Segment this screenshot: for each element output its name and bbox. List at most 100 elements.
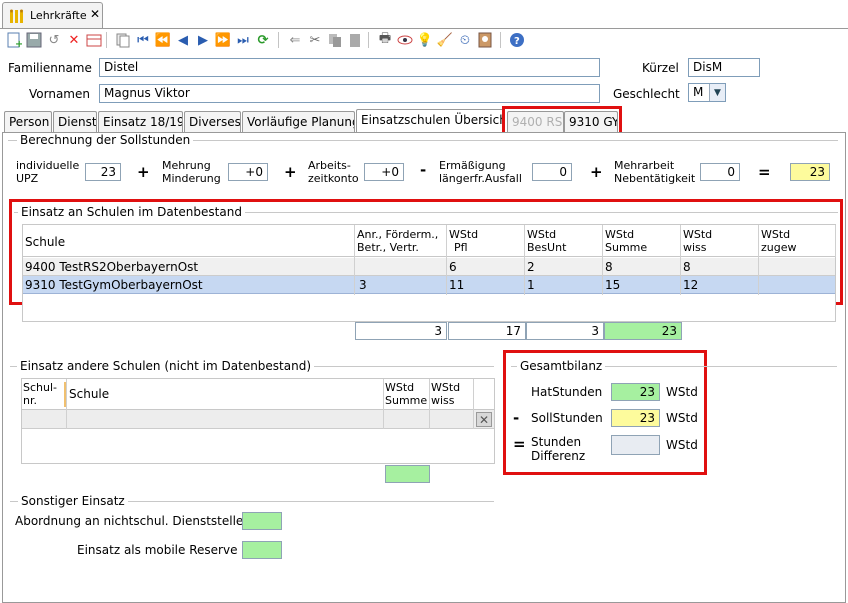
- kuerzel-label: Kürzel: [642, 61, 679, 75]
- vornamen-field[interactable]: Magnus Viktor: [99, 84, 600, 103]
- col-besunt: WStd BesUnt: [527, 228, 567, 254]
- total-besunt: 3: [526, 322, 604, 340]
- sollstunden-result: 23: [790, 163, 830, 181]
- undo-icon[interactable]: ↺: [45, 31, 63, 49]
- differenz-unit: WStd: [666, 438, 698, 452]
- col-pfl: WStd Pfl: [449, 228, 479, 254]
- total-summe: 23: [604, 322, 682, 340]
- plus-op: +: [590, 163, 603, 181]
- tab-einsatzschulen-uebersicht[interactable]: Einsatzschulen Übersicht: [356, 109, 504, 133]
- ermaessigung-label: Ermäßigung längerfr.Ausfall: [439, 159, 522, 185]
- col-anr: Anr., Förderm., Betr., Vertr.: [357, 228, 439, 254]
- tab-diverses[interactable]: Diverses: [184, 111, 241, 132]
- col-schulnr: Schul-nr.: [23, 381, 57, 407]
- fast-forward-icon[interactable]: ⏩: [214, 31, 232, 49]
- upz-label: individuelle UPZ: [16, 159, 80, 185]
- hatstunden-unit: WStd: [666, 385, 698, 399]
- copy-icon[interactable]: [114, 31, 132, 49]
- tab-einsatz[interactable]: Einsatz 18/19: [98, 111, 183, 132]
- clock-icon[interactable]: ⏲: [456, 31, 474, 49]
- plus-op: +: [284, 163, 297, 181]
- prev-record-icon[interactable]: ◀: [174, 31, 192, 49]
- kuerzel-field[interactable]: DisM: [688, 58, 760, 77]
- einsatz-title: Einsatz an Schulen im Datenbestand: [18, 205, 245, 219]
- geschlecht-label: Geschlecht: [613, 87, 680, 101]
- svg-text:+: +: [15, 39, 22, 48]
- sollstunden-label: SollStunden: [531, 411, 603, 425]
- differenz-field: [611, 435, 660, 455]
- col-wiss: WStd wiss: [683, 228, 713, 254]
- print-icon[interactable]: 🖶: [376, 31, 394, 49]
- row-wiss: 12: [683, 278, 699, 292]
- col-schule: Schule: [25, 235, 66, 249]
- soll-title: Berechnung der Sollstunden: [17, 133, 194, 147]
- row-wiss: 8: [683, 260, 691, 274]
- copy2-icon[interactable]: [326, 31, 344, 49]
- equals-op: =: [758, 163, 771, 181]
- col-wiss: WStd wiss: [431, 381, 461, 407]
- andere-table[interactable]: Schul-nr. Schule WStd Summe WStd wiss ✕: [21, 378, 495, 464]
- row-schule: 9400 TestRS2OberbayernOst: [25, 260, 199, 274]
- row-pfl: 6: [449, 260, 457, 274]
- table-row[interactable]: [22, 410, 494, 429]
- total-anr: 3: [355, 322, 447, 340]
- row-anr: 3: [359, 278, 367, 292]
- row-summe: 15: [605, 278, 621, 292]
- refresh-icon[interactable]: ⟳: [254, 31, 272, 49]
- vornamen-label: Vornamen: [29, 87, 90, 101]
- einsatz-table[interactable]: Schule Anr., Förderm., Betr., Vertr. WStd…: [22, 224, 836, 322]
- hint-icon[interactable]: 💡: [416, 31, 434, 49]
- report-icon[interactable]: [476, 31, 494, 49]
- tab-person[interactable]: Person: [4, 111, 52, 132]
- bilanz-title: Gesamtbilanz: [517, 359, 606, 373]
- table-row[interactable]: 9310 TestGymOberbayernOst 3 11 1 15 12: [23, 276, 835, 294]
- save-icon[interactable]: [25, 31, 43, 49]
- mobile-reserve-field[interactable]: [242, 541, 282, 559]
- table-icon[interactable]: [85, 31, 103, 49]
- teachers-icon: [9, 9, 25, 23]
- tab-vorlaeufige-planung[interactable]: Vorläufige Planung: [242, 111, 355, 132]
- table-row[interactable]: 9400 TestRS2OberbayernOst 6 2 8 8: [23, 258, 835, 276]
- nebentaetigkeit-field[interactable]: 0: [700, 163, 740, 181]
- minus-op: -: [513, 409, 520, 427]
- mehrung-label: Mehrung Minderung: [162, 159, 221, 185]
- cut-icon[interactable]: ✂: [306, 31, 324, 49]
- familienname-field[interactable]: Distel: [99, 58, 600, 77]
- window-title: Lehrkräfte: [30, 9, 87, 22]
- tab-dienst[interactable]: Dienst: [53, 111, 97, 132]
- delete-row-icon[interactable]: ✕: [476, 412, 492, 427]
- row-besunt: 2: [527, 260, 535, 274]
- differenz-label: Stunden Differenz: [531, 435, 586, 463]
- arbeitszeitkonto-field[interactable]: +0: [364, 163, 404, 181]
- tab-9310-gy[interactable]: 9310 GY: [564, 111, 618, 132]
- chevron-down-icon[interactable]: ▼: [709, 84, 725, 101]
- sollstunden-field: 23: [611, 409, 660, 427]
- close-icon[interactable]: ✕: [90, 7, 100, 21]
- col-summe: WStd Summe: [385, 381, 428, 407]
- familienname-label: Familienname: [8, 61, 92, 75]
- tab-9400-rs[interactable]: 9400 RS: [507, 111, 564, 132]
- mehrung-field[interactable]: +0: [228, 163, 268, 181]
- plus-op: +: [137, 163, 150, 181]
- delete-icon[interactable]: ✕: [65, 31, 83, 49]
- back-arrow-icon[interactable]: ⇐: [286, 31, 304, 49]
- first-record-icon[interactable]: ⏮: [134, 31, 152, 49]
- row-summe: 8: [605, 260, 613, 274]
- last-record-icon[interactable]: ⏭: [234, 31, 252, 49]
- new-icon[interactable]: +: [5, 31, 23, 49]
- sollstunden-unit: WStd: [666, 411, 698, 425]
- abordnung-field[interactable]: [242, 512, 282, 530]
- abordnung-label: Abordnung an nichtschul. Dienststelle: [15, 514, 244, 528]
- help-icon[interactable]: ?: [508, 31, 526, 49]
- upz-field[interactable]: 23: [85, 163, 121, 181]
- fast-back-icon[interactable]: ⏪: [154, 31, 172, 49]
- preview-icon[interactable]: [396, 31, 414, 49]
- col-schule: Schule: [69, 387, 110, 401]
- window-tab[interactable]: Lehrkräfte ✕: [2, 2, 103, 28]
- paste-icon[interactable]: [346, 31, 364, 49]
- hatstunden-field: 23: [611, 383, 660, 401]
- ermaessigung-field[interactable]: 0: [532, 163, 572, 181]
- andere-total-summe: [385, 465, 430, 483]
- next-record-icon[interactable]: ▶: [194, 31, 212, 49]
- clean-icon[interactable]: 🧹: [436, 31, 454, 49]
